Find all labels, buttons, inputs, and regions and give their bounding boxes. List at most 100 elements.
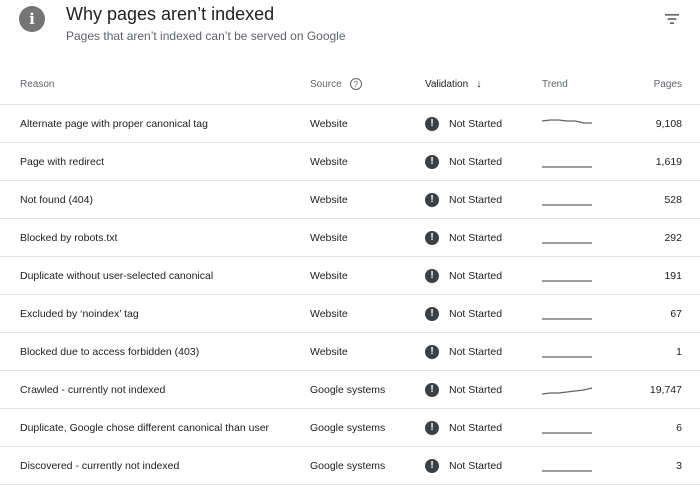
reason-cell: Discovered - currently not indexed [20, 459, 180, 472]
column-header-validation-label: Validation [425, 78, 469, 90]
reasons-table: Reason Source ? Validation ↓ Trend Pages… [0, 64, 700, 485]
reason-cell: Page with redirect [20, 155, 105, 168]
trend-sparkline [542, 431, 592, 434]
pages-cell: 528 [664, 193, 682, 206]
validation-status: Not Started [449, 231, 503, 244]
trend-sparkline [542, 469, 592, 472]
alert-icon: ! [425, 192, 439, 207]
pages-cell: 1 [676, 345, 682, 358]
trend-cell [542, 371, 592, 408]
validation-cell: ! Not Started [425, 143, 502, 180]
alert-icon: ! [425, 420, 439, 435]
source-cell: Website [310, 231, 348, 244]
validation-cell: ! Not Started [425, 447, 502, 484]
alert-icon: ! [425, 382, 439, 397]
column-header-source-label: Source [310, 78, 342, 90]
pages-cell: 1,619 [655, 155, 682, 168]
column-header-source: Source ? [310, 64, 362, 104]
validation-cell: ! Not Started [425, 181, 502, 218]
trend-cell [542, 219, 592, 256]
trend-sparkline [542, 241, 592, 244]
pages-cell: 9,108 [655, 117, 682, 130]
validation-cell: ! Not Started [425, 409, 502, 446]
pages-cell: 67 [670, 307, 682, 320]
table-row[interactable]: Duplicate, Google chose different canoni… [0, 409, 700, 447]
pages-cell: 292 [664, 231, 682, 244]
column-header-reason: Reason [20, 78, 55, 90]
reason-cell: Duplicate, Google chose different canoni… [20, 421, 270, 434]
table-row[interactable]: Blocked due to access forbidden (403) Web… [0, 333, 700, 371]
trend-cell [542, 447, 592, 484]
column-header-validation[interactable]: Validation ↓ [425, 64, 482, 104]
sort-arrow-down-icon[interactable]: ↓ [476, 78, 482, 90]
trend-sparkline [542, 386, 592, 395]
validation-status: Not Started [449, 307, 503, 320]
alert-icon: ! [425, 306, 439, 321]
table-row[interactable]: Alternate page with proper canonical tag… [0, 105, 700, 143]
trend-cell [542, 333, 592, 370]
reason-cell: Crawled - currently not indexed [20, 383, 166, 396]
trend-line [542, 386, 592, 395]
trend-line [542, 118, 592, 124]
trend-sparkline [542, 317, 592, 320]
reason-cell: Blocked by robots.txt [20, 231, 118, 244]
validation-status: Not Started [449, 345, 503, 358]
trend-cell [542, 409, 592, 446]
reason-cell: Duplicate without user-selected canonica… [20, 269, 214, 282]
source-cell: Google systems [310, 459, 386, 472]
help-icon[interactable]: ? [349, 78, 362, 90]
trend-sparkline [542, 118, 592, 124]
pages-cell: 191 [664, 269, 682, 282]
validation-cell: ! Not Started [425, 295, 502, 332]
alert-icon: ! [425, 116, 439, 131]
validation-cell: ! Not Started [425, 219, 502, 256]
source-cell: Website [310, 117, 348, 130]
table-row[interactable]: Crawled - currently not indexed Google sy… [0, 371, 700, 409]
column-header-pages: Pages [653, 78, 682, 90]
table-header-row: Reason Source ? Validation ↓ Trend Pages [0, 64, 700, 105]
reason-cell: Alternate page with proper canonical tag [20, 117, 208, 130]
validation-status: Not Started [449, 155, 503, 168]
alert-icon: ! [425, 230, 439, 245]
source-cell: Website [310, 155, 348, 168]
alert-icon: ! [425, 458, 439, 473]
trend-sparkline [542, 165, 592, 168]
reason-cell: Excluded by ‘noindex’ tag [20, 307, 139, 320]
table-row[interactable]: Page with redirect Website ! Not Started 1,6… [0, 143, 700, 181]
validation-cell: ! Not Started [425, 333, 502, 370]
card-title: Why pages aren’t indexed [66, 4, 275, 24]
trend-cell [542, 143, 592, 180]
validation-cell: ! Not Started [425, 257, 502, 294]
source-cell: Google systems [310, 383, 386, 396]
alert-icon: ! [425, 268, 439, 283]
source-cell: Website [310, 269, 348, 282]
validation-status: Not Started [449, 193, 503, 206]
source-cell: Website [310, 193, 348, 206]
pages-cell: 3 [676, 459, 682, 472]
alert-icon: ! [425, 344, 439, 359]
column-header-trend: Trend [542, 78, 568, 90]
table-row[interactable]: Duplicate without user-selected canonica… [0, 257, 700, 295]
validation-status: Not Started [449, 269, 503, 282]
reason-cell: Not found (404) [20, 193, 93, 206]
table-row[interactable]: Excluded by ‘noindex’ tag Website! Not Sta… [0, 295, 700, 333]
table-row[interactable]: Blocked by robots.txt Website! Not Started… [0, 219, 700, 257]
source-cell: Google systems [310, 421, 386, 434]
trend-cell [542, 257, 592, 294]
trend-cell [542, 295, 592, 332]
filter-icon[interactable] [664, 12, 680, 26]
validation-status: Not Started [449, 117, 503, 130]
validation-cell: ! Not Started [425, 105, 502, 142]
source-cell: Website [310, 345, 348, 358]
validation-status: Not Started [449, 383, 503, 396]
pages-cell: 6 [676, 421, 682, 434]
source-cell: Website [310, 307, 348, 320]
table-row[interactable]: Discovered - currently not indexed Google… [0, 447, 700, 485]
trend-sparkline [542, 355, 592, 358]
card-header: i Why pages aren’t indexed Pages that ar… [0, 0, 700, 60]
pages-cell: 19,747 [649, 383, 682, 396]
table-row[interactable]: Not found (404) Website! Not Started 528 [0, 181, 700, 219]
info-icon: i [19, 6, 45, 32]
card-subtitle: Pages that aren’t indexed can’t be serve… [66, 29, 346, 43]
reason-cell: Blocked due to access forbidden (403) [20, 345, 200, 358]
